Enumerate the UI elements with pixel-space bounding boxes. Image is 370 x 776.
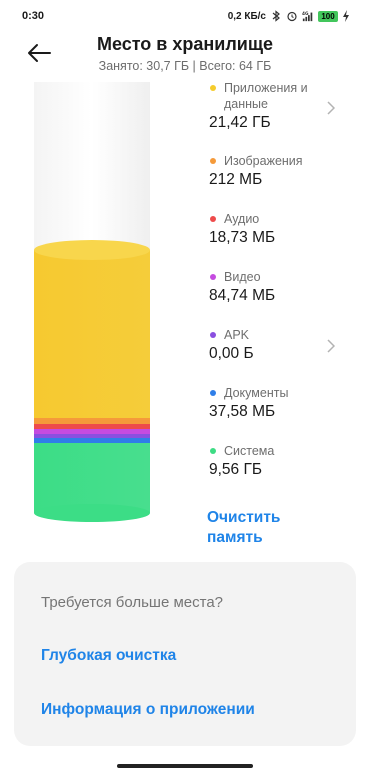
home-indicator[interactable] bbox=[117, 764, 253, 768]
free-space-segment bbox=[34, 82, 150, 252]
storage-summary: Занято: 30,7 ГБ | Всего: 64 ГБ bbox=[98, 59, 272, 73]
segment-system bbox=[34, 443, 150, 513]
segment-documents bbox=[34, 438, 150, 443]
clean-memory-button[interactable]: Очистить память bbox=[207, 508, 317, 548]
battery-indicator: 100 bbox=[318, 10, 338, 22]
segment-images bbox=[34, 418, 150, 424]
category-images[interactable]: Изображения 212 МБ bbox=[207, 153, 347, 189]
cylinder-bottom bbox=[34, 504, 150, 522]
category-size: 84,74 МБ bbox=[209, 287, 276, 304]
alarm-icon bbox=[287, 11, 297, 22]
app-info-link[interactable]: Информация о приложении bbox=[41, 701, 255, 719]
category-apps[interactable]: Приложения и данные 21,42 ГБ bbox=[207, 80, 347, 132]
category-size: 9,56 ГБ bbox=[209, 461, 263, 478]
more-space-card: Требуется больше места? Глубокая очистка… bbox=[14, 562, 356, 746]
category-label: Аудио bbox=[224, 212, 260, 226]
chevron-right-icon[interactable] bbox=[327, 339, 335, 353]
category-size: 21,42 ГБ bbox=[209, 114, 271, 131]
bluetooth-icon bbox=[272, 10, 280, 22]
color-dot bbox=[210, 448, 216, 454]
storage-cylinder bbox=[34, 82, 150, 522]
clean-button-line1: Очистить bbox=[207, 509, 281, 526]
category-size: 18,73 МБ bbox=[209, 229, 276, 246]
category-system[interactable]: Система 9,56 ГБ bbox=[207, 443, 347, 479]
clean-button-line2: память bbox=[207, 529, 263, 546]
status-bar: 0:30 0,2 КБ/с 4G 100 bbox=[0, 0, 370, 32]
color-dot bbox=[210, 274, 216, 280]
color-dot bbox=[210, 85, 216, 91]
category-size: 212 МБ bbox=[209, 171, 263, 188]
category-label: Изображения bbox=[224, 154, 303, 168]
color-dot bbox=[210, 332, 216, 338]
charging-icon bbox=[343, 10, 349, 22]
segment-apps-top bbox=[34, 240, 150, 260]
page-title: Место в хранилище bbox=[96, 34, 274, 54]
status-icons: 0,2 КБ/с 4G 100 bbox=[228, 10, 350, 22]
category-label: Документы bbox=[224, 386, 289, 400]
category-audio[interactable]: Аудио 18,73 МБ bbox=[207, 211, 347, 247]
category-label: Система bbox=[224, 444, 275, 458]
category-documents[interactable]: Документы 37,58 МБ bbox=[207, 385, 347, 421]
color-dot bbox=[210, 390, 216, 396]
signal-icon: 4G bbox=[302, 11, 313, 22]
category-size: 0,00 Б bbox=[209, 345, 254, 362]
segment-audio bbox=[34, 424, 150, 429]
more-space-question: Требуется больше места? bbox=[41, 594, 224, 611]
category-label: Видео bbox=[224, 270, 261, 284]
header: Место в хранилище Занято: 30,7 ГБ | Всег… bbox=[0, 32, 370, 78]
segment-apps bbox=[34, 250, 150, 420]
category-apk[interactable]: APK 0,00 Б bbox=[207, 327, 347, 363]
deep-clean-link[interactable]: Глубокая очистка bbox=[41, 647, 176, 665]
network-type: 4G bbox=[302, 11, 309, 17]
category-video[interactable]: Видео 84,74 МБ bbox=[207, 269, 347, 305]
color-dot bbox=[210, 158, 216, 164]
color-dot bbox=[210, 216, 216, 222]
category-label: APK bbox=[224, 328, 250, 342]
network-speed: 0,2 КБ/с bbox=[227, 10, 266, 22]
segment-video bbox=[34, 429, 150, 434]
chevron-right-icon[interactable] bbox=[327, 101, 335, 115]
category-size: 37,58 МБ bbox=[209, 403, 276, 420]
status-time: 0:30 bbox=[22, 10, 45, 22]
segment-apk bbox=[34, 434, 150, 438]
